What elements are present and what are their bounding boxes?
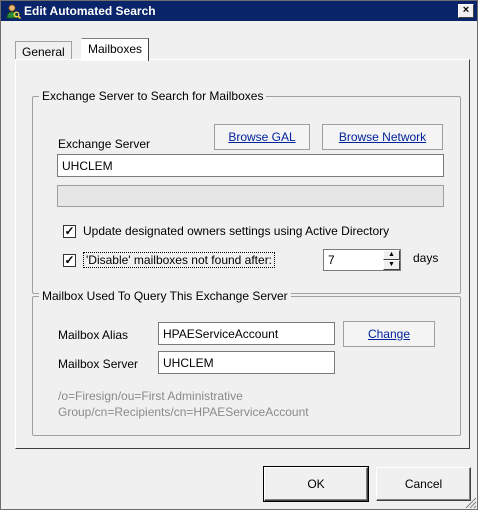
close-icon: × [462,4,470,16]
spin-up-icon[interactable]: ▲ [383,250,400,260]
browse-gal-button[interactable]: Browse GAL [214,124,310,150]
exchange-server-label: Exchange Server [58,137,151,151]
mailbox-group-title: Mailbox Used To Query This Exchange Serv… [39,289,291,303]
ok-button[interactable]: OK [263,466,369,502]
user-search-icon [6,4,21,19]
spin-down-icon[interactable]: ▼ [383,260,400,270]
browse-network-button[interactable]: Browse Network [322,124,443,150]
change-button[interactable]: Change [343,321,435,347]
days-spinner[interactable]: 7 ▲ ▼ [323,249,401,271]
exchange-server-input[interactable] [57,154,444,177]
cancel-button[interactable]: Cancel [376,467,471,501]
exchange-server-group: Exchange Server to Search for Mailboxes … [32,89,461,294]
search-progress-bar [57,185,444,207]
disable-mailboxes-checkbox[interactable]: ✓ [63,254,76,267]
mailbox-dn-line2: Group/cn=Recipients/cn=HPAEServiceAccoun… [58,405,309,419]
days-value: 7 [328,253,335,267]
update-owners-label: Update designated owners settings using … [83,224,390,238]
tab-mailboxes[interactable]: Mailboxes [81,38,150,61]
mailbox-dn-line1: /o=Firesign/ou=First Administrative [58,389,243,403]
mailboxes-tab-panel: Exchange Server to Search for Mailboxes … [15,59,470,449]
disable-mailboxes-label: 'Disable' mailboxes not found after: [83,252,276,268]
close-button[interactable]: × [458,4,474,18]
mailbox-server-label: Mailbox Server [58,357,139,371]
mailbox-query-group: Mailbox Used To Query This Exchange Serv… [32,289,461,436]
resize-grip-icon[interactable] [463,495,477,509]
exchange-group-title: Exchange Server to Search for Mailboxes [39,89,267,103]
mailbox-server-input[interactable] [158,351,335,374]
title-bar[interactable]: Edit Automated Search × [1,1,477,21]
dialog-window: Edit Automated Search × General Mailboxe… [0,0,478,510]
window-title: Edit Automated Search [24,4,156,18]
update-owners-checkbox[interactable]: ✓ [63,225,76,238]
mailbox-alias-label: Mailbox Alias [58,328,129,342]
tab-general[interactable]: General [15,41,72,60]
days-label: days [413,251,439,265]
mailbox-alias-input[interactable] [158,322,335,345]
